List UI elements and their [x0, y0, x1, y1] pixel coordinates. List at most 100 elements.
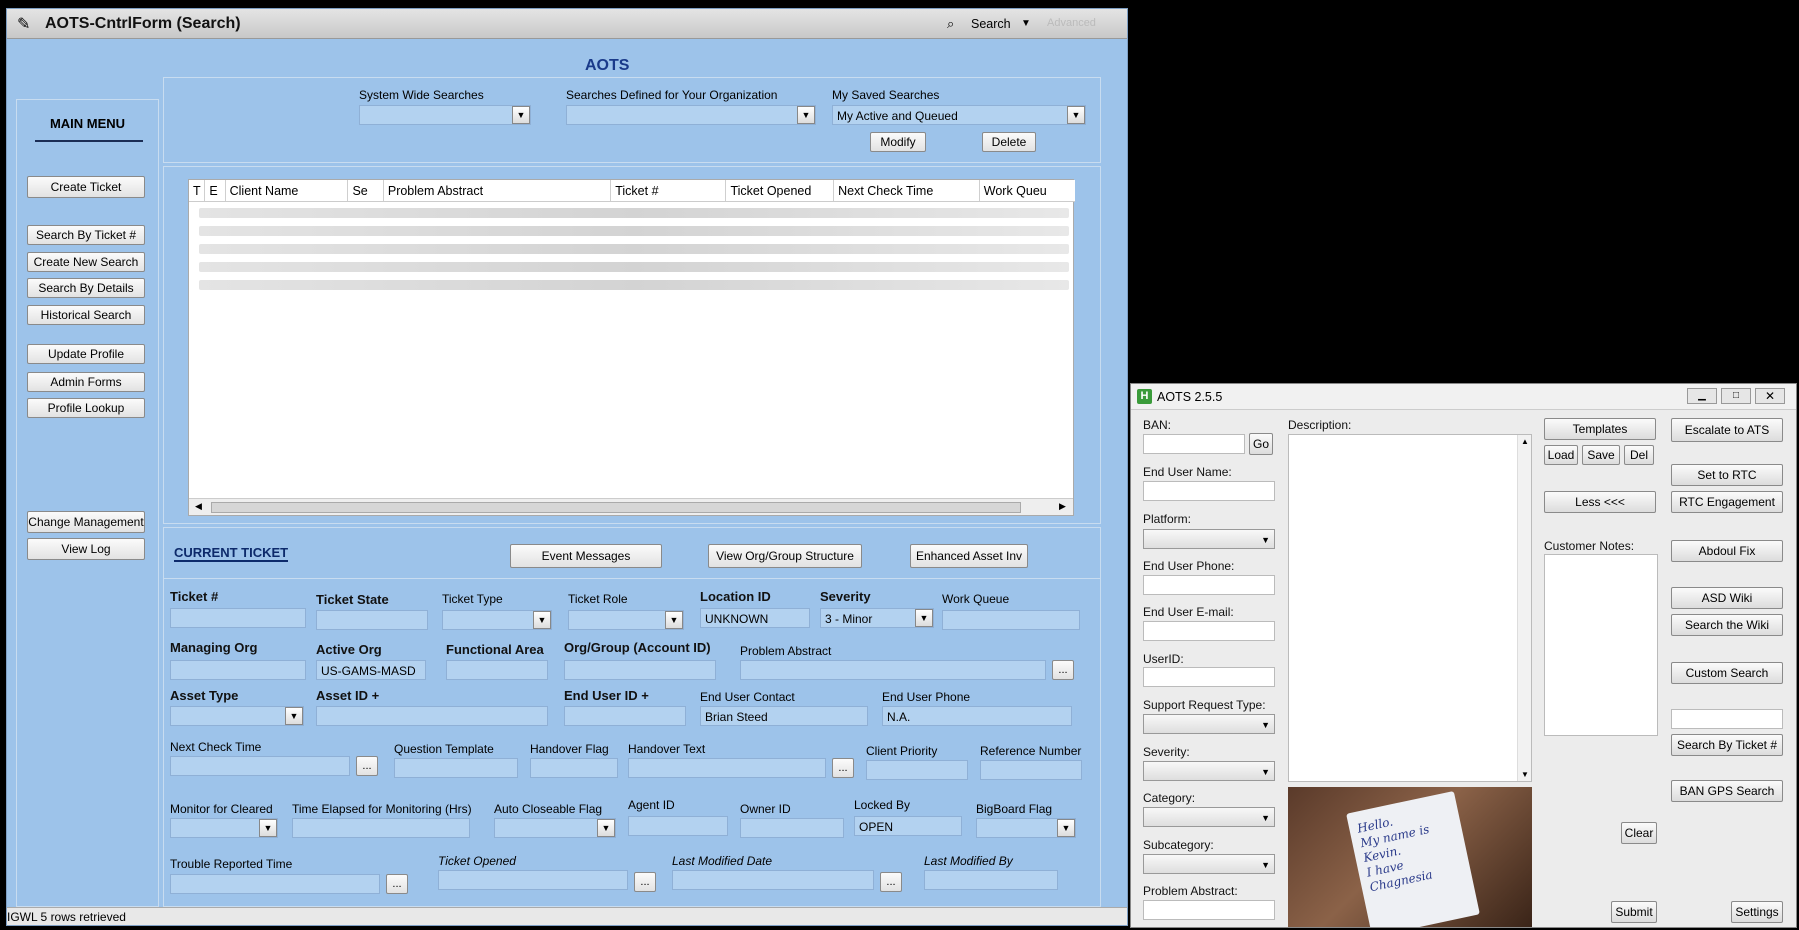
- problem-abstract-input[interactable]: [1143, 900, 1275, 920]
- ticket-number-field[interactable]: [170, 608, 306, 628]
- search-wiki-button[interactable]: Search the Wiki: [1671, 614, 1783, 636]
- search-by-details-button[interactable]: Search By Details: [27, 278, 145, 298]
- table-row[interactable]: [199, 244, 1069, 254]
- column-header[interactable]: Ticket #: [611, 180, 727, 201]
- ticket-state-field[interactable]: [316, 610, 428, 630]
- escalate-ats-button[interactable]: Escalate to ATS: [1671, 418, 1783, 442]
- asset-type-select[interactable]: ▼: [170, 706, 304, 726]
- system-searches-select[interactable]: ▼: [359, 105, 531, 125]
- ticket-type-select[interactable]: ▼: [442, 610, 552, 630]
- abdoul-fix-button[interactable]: Abdoul Fix: [1671, 540, 1783, 562]
- profile-lookup-button[interactable]: Profile Lookup: [27, 398, 145, 418]
- horizontal-scrollbar[interactable]: ◀ ▶: [189, 498, 1073, 515]
- update-profile-button[interactable]: Update Profile: [27, 344, 145, 364]
- save-button[interactable]: Save: [1582, 445, 1620, 465]
- search-menu[interactable]: Search: [971, 17, 1011, 31]
- org-searches-select[interactable]: ▼: [566, 105, 816, 125]
- support-request-type-select[interactable]: ▼: [1143, 714, 1275, 734]
- managing-org-field[interactable]: [170, 660, 306, 680]
- next-check-field[interactable]: [170, 756, 350, 776]
- agent-id-field[interactable]: [628, 816, 728, 836]
- historical-search-button[interactable]: Historical Search: [27, 305, 145, 325]
- vertical-scrollbar[interactable]: ▲ ▼: [1517, 435, 1531, 781]
- rtc-engagement-button[interactable]: RTC Engagement: [1671, 491, 1783, 513]
- settings-button[interactable]: Settings: [1731, 901, 1783, 923]
- table-row[interactable]: [199, 262, 1069, 272]
- create-ticket-button[interactable]: Create Ticket: [27, 176, 145, 198]
- org-group-field[interactable]: [564, 660, 716, 680]
- table-row[interactable]: [199, 280, 1069, 290]
- ellipsis-button[interactable]: ...: [634, 872, 656, 892]
- chevron-down-icon[interactable]: ▼: [665, 611, 683, 629]
- change-management-button[interactable]: Change Management: [27, 511, 145, 533]
- locked-by-field[interactable]: OPEN: [854, 816, 962, 836]
- submit-button[interactable]: Submit: [1611, 901, 1657, 923]
- search-by-ticket-button[interactable]: Search By Ticket #: [1671, 734, 1783, 756]
- chevron-down-icon[interactable]: ▼: [915, 609, 933, 627]
- customer-notes-textarea[interactable]: [1544, 554, 1658, 736]
- subcategory-select[interactable]: ▼: [1143, 854, 1275, 874]
- column-header[interactable]: Client Name: [225, 180, 349, 201]
- del-button[interactable]: Del: [1624, 445, 1654, 465]
- binoculars-icon[interactable]: ⌕: [947, 16, 954, 32]
- auto-closeable-select[interactable]: ▼: [494, 818, 616, 838]
- column-header[interactable]: Work Queu: [979, 180, 1075, 201]
- end-user-email-input[interactable]: [1143, 621, 1275, 641]
- asd-wiki-button[interactable]: ASD Wiki: [1671, 587, 1783, 609]
- less-button[interactable]: Less <<<: [1544, 491, 1656, 513]
- go-button[interactable]: Go: [1249, 433, 1273, 455]
- view-org-structure-button[interactable]: View Org/Group Structure: [708, 544, 862, 568]
- templates-button[interactable]: Templates: [1544, 418, 1656, 440]
- platform-select[interactable]: ▼: [1143, 529, 1275, 549]
- advanced-menu[interactable]: Advanced: [1047, 17, 1096, 29]
- location-id-field[interactable]: UNKNOWN: [700, 608, 810, 628]
- column-header[interactable]: Next Check Time: [834, 180, 980, 201]
- enhanced-asset-button[interactable]: Enhanced Asset Inv: [910, 544, 1028, 568]
- functional-area-field[interactable]: [446, 660, 548, 680]
- owner-id-field[interactable]: [740, 818, 844, 838]
- question-template-field[interactable]: [394, 758, 518, 778]
- chevron-down-icon[interactable]: ▼: [797, 106, 815, 124]
- results-table[interactable]: T E Client Name Se Problem Abstract Tick…: [188, 179, 1075, 516]
- column-header[interactable]: Se: [348, 180, 384, 201]
- load-button[interactable]: Load: [1544, 445, 1578, 465]
- close-icon[interactable]: ✕: [1755, 388, 1785, 404]
- bigboard-select[interactable]: ▼: [976, 818, 1076, 838]
- ellipsis-button[interactable]: ...: [880, 872, 902, 892]
- ticket-search-input[interactable]: [1671, 709, 1783, 729]
- column-header[interactable]: E: [205, 180, 226, 201]
- reference-number-field[interactable]: [980, 760, 1082, 780]
- asset-id-field[interactable]: [316, 706, 548, 726]
- ellipsis-button[interactable]: ...: [386, 874, 408, 894]
- ban-input[interactable]: [1143, 434, 1245, 454]
- ellipsis-button[interactable]: ...: [832, 758, 854, 778]
- userid-input[interactable]: [1143, 667, 1275, 687]
- end-user-phone-input[interactable]: [1143, 575, 1275, 595]
- scroll-down-icon[interactable]: ▼: [1521, 770, 1529, 779]
- clear-button[interactable]: Clear: [1621, 822, 1657, 844]
- work-queue-field[interactable]: [942, 610, 1080, 630]
- scroll-right-icon[interactable]: ▶: [1059, 501, 1066, 512]
- ticket-role-select[interactable]: ▼: [568, 610, 684, 630]
- create-new-search-button[interactable]: Create New Search: [27, 252, 145, 272]
- handover-flag-field[interactable]: [530, 758, 618, 778]
- ban-gps-search-button[interactable]: BAN GPS Search: [1671, 780, 1783, 802]
- column-header[interactable]: Ticket Opened: [726, 180, 835, 201]
- maximize-icon[interactable]: □: [1721, 388, 1751, 404]
- modify-button[interactable]: Modify: [870, 132, 926, 152]
- description-textarea[interactable]: ▲ ▼: [1288, 434, 1532, 782]
- handover-text-field[interactable]: [628, 758, 826, 778]
- table-row[interactable]: [199, 226, 1069, 236]
- event-messages-button[interactable]: Event Messages: [510, 544, 662, 568]
- scrollbar-thumb[interactable]: [211, 502, 1021, 513]
- minimize-icon[interactable]: ▁: [1687, 388, 1717, 404]
- search-by-ticket-button[interactable]: Search By Ticket #: [27, 225, 145, 245]
- chevron-down-icon[interactable]: ▼: [512, 106, 530, 124]
- end-user-id-field[interactable]: [564, 706, 686, 726]
- end-user-phone-field[interactable]: N.A.: [882, 706, 1072, 726]
- chevron-down-icon[interactable]: ▼: [285, 707, 303, 725]
- admin-forms-button[interactable]: Admin Forms: [27, 372, 145, 392]
- trouble-reported-field[interactable]: [170, 874, 380, 894]
- view-log-button[interactable]: View Log: [27, 538, 145, 560]
- chevron-down-icon[interactable]: ▼: [1067, 106, 1085, 124]
